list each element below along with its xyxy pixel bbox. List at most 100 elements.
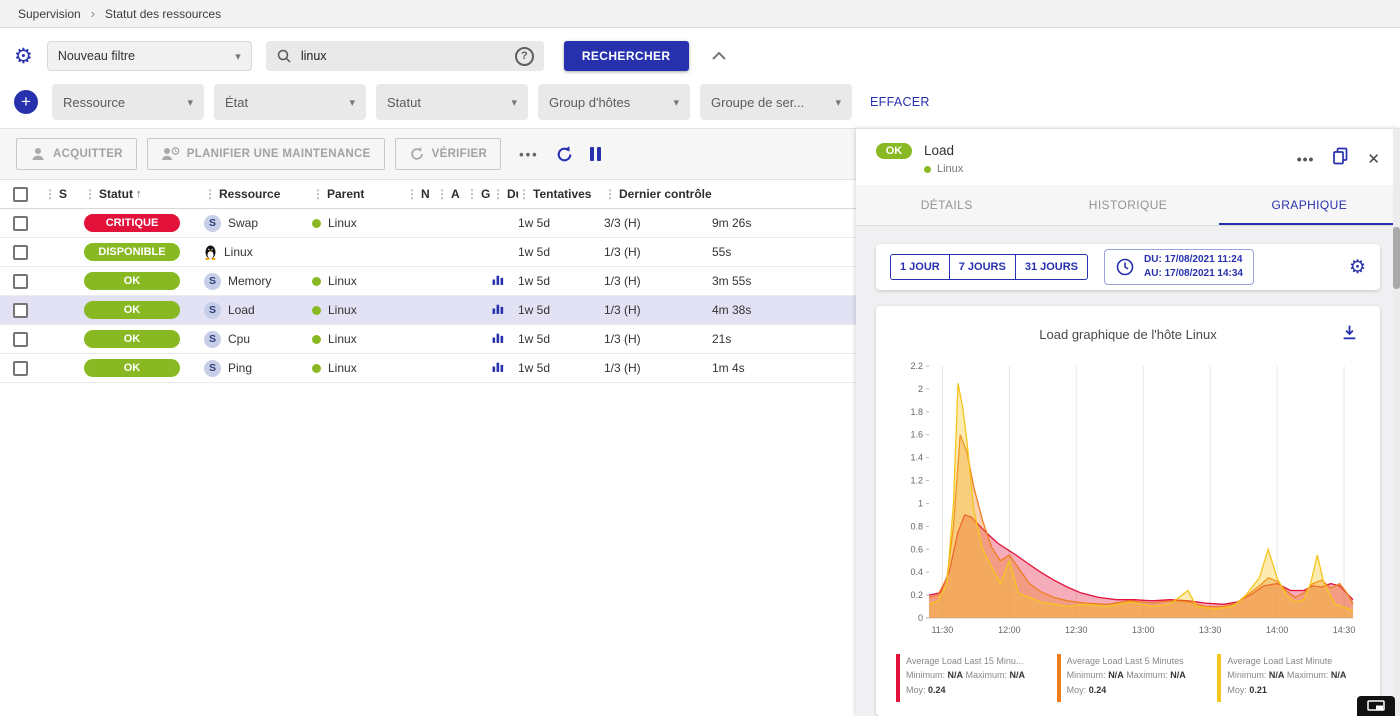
clear-filters-button[interactable]: EFFACER — [870, 95, 930, 109]
column-header-6[interactable]: ⋮ G — [466, 187, 492, 201]
select-all-checkbox[interactable] — [13, 187, 28, 202]
resource-cell[interactable]: SCpu — [204, 331, 312, 348]
kebab-icon[interactable]: ⋮ — [518, 187, 530, 201]
graph-settings-gear-icon[interactable]: ⚙ — [1349, 258, 1366, 277]
graph-title-row: Load graphique de l'hôte Linux — [888, 316, 1368, 346]
parent-cell[interactable]: Linux — [312, 361, 406, 375]
column-header-7[interactable]: ⋮ Durée — [492, 187, 518, 201]
column-header-9[interactable]: ⋮ Dernier contrôle — [604, 187, 712, 201]
time-range-button-0[interactable]: 1 JOUR — [890, 254, 950, 280]
filter-criteria-select-4[interactable]: Groupe de ser... ▾ — [700, 84, 852, 120]
legend-item-0[interactable]: Average Load Last 15 Minu... Minimum: N/… — [896, 654, 1047, 702]
panel-scrollbar-track[interactable] — [1393, 129, 1400, 716]
time-range-button-1[interactable]: 7 JOURS — [950, 254, 1016, 280]
refresh-icon[interactable] — [555, 145, 574, 164]
filter-criteria-select-1[interactable]: État ▾ — [214, 84, 366, 120]
filter-criteria-select-2[interactable]: Statut ▾ — [376, 84, 528, 120]
row-checkbox[interactable] — [13, 303, 28, 318]
panel-tab-2[interactable]: GRAPHIQUE — [1219, 185, 1400, 225]
row-checkbox[interactable] — [13, 274, 28, 289]
table-row[interactable]: OK SMemory Linux 1w 5d 1/3 (H) 3m 55s — [0, 267, 856, 296]
panel-tab-1[interactable]: HISTORIQUE — [1037, 185, 1218, 225]
status-cell: OK — [84, 359, 204, 377]
resource-cell[interactable]: Linux — [204, 245, 312, 260]
table-header-row: ⋮ S ⋮ Statut ↑ ⋮ Ressource ⋮ Parent ⋮ N … — [0, 179, 856, 209]
table-row[interactable]: CRITIQUE SSwap Linux 1w 5d 3/3 (H) 9m 26… — [0, 209, 856, 238]
column-header-5[interactable]: ⋮ A — [436, 187, 466, 201]
bar-chart-icon[interactable] — [492, 302, 505, 315]
resource-cell[interactable]: SSwap — [204, 215, 312, 232]
kebab-icon[interactable]: ⋮ — [44, 187, 56, 201]
status-cell: OK — [84, 330, 204, 348]
collapse-filters-icon[interactable] — [711, 51, 727, 61]
kebab-icon[interactable]: ⋮ — [406, 187, 418, 201]
kebab-icon[interactable]: ⋮ — [604, 187, 616, 201]
breadcrumb-item-supervision[interactable]: Supervision — [18, 7, 81, 21]
panel-scrollbar-thumb[interactable] — [1393, 227, 1400, 289]
legend-avg: Moy: 0.24 — [906, 683, 1025, 697]
help-icon[interactable]: ? — [515, 47, 534, 66]
filter-criteria-select-0[interactable]: Ressource ▾ — [52, 84, 204, 120]
filter-settings-gear-icon[interactable]: ⚙ — [14, 46, 33, 67]
panel-tab-0[interactable]: DÉTAILS — [856, 185, 1037, 225]
check-button[interactable]: VÉRIFIER — [395, 138, 501, 170]
kebab-icon[interactable]: ⋮ — [84, 187, 96, 201]
column-header-2[interactable]: ⋮ Ressource — [204, 187, 312, 201]
svg-text:1: 1 — [918, 498, 923, 508]
legend-item-1[interactable]: Average Load Last 5 Minutes Minimum: N/A… — [1057, 654, 1208, 702]
kebab-icon[interactable]: ⋮ — [312, 187, 324, 201]
acknowledge-button[interactable]: ACQUITTER — [16, 138, 137, 170]
breadcrumb-item-current[interactable]: Statut des ressources — [105, 7, 221, 21]
column-header-0[interactable]: ⋮ S — [44, 187, 84, 201]
svg-text:0.8: 0.8 — [910, 521, 923, 531]
resource-cell[interactable]: SMemory — [204, 273, 312, 290]
table-row[interactable]: DISPONIBLE Linux 1w 5d 1/3 (H) 55s — [0, 238, 856, 267]
more-actions-icon[interactable]: ••• — [519, 147, 539, 162]
table-row[interactable]: OK SLoad Linux 1w 5d 1/3 (H) 4m 38s — [0, 296, 856, 325]
resource-cell[interactable]: SLoad — [204, 302, 312, 319]
graph-card: Load graphique de l'hôte Linux 11:3012:0… — [876, 306, 1380, 716]
copy-link-icon[interactable] — [1332, 147, 1349, 170]
search-input[interactable] — [301, 49, 506, 63]
column-header-1[interactable]: ⋮ Statut ↑ — [84, 187, 204, 201]
status-badge: CRITIQUE — [84, 214, 180, 232]
filter-criteria-select-3[interactable]: Group d'hôtes ▾ — [538, 84, 690, 120]
column-header-8[interactable]: ⋮ Tentatives — [518, 187, 604, 201]
download-icon[interactable] — [1341, 324, 1358, 346]
table-row[interactable]: OK SPing Linux 1w 5d 1/3 (H) 1m 4s — [0, 354, 856, 383]
panel-more-icon[interactable]: ••• — [1297, 151, 1315, 167]
parent-cell[interactable]: Linux — [312, 332, 406, 346]
bar-chart-icon[interactable] — [492, 273, 505, 286]
status-dot-icon — [312, 306, 321, 315]
column-header-4[interactable]: ⋮ N — [406, 187, 436, 201]
search-button[interactable]: RECHERCHER — [564, 41, 689, 71]
time-range-button-2[interactable]: 31 JOURS — [1016, 254, 1088, 280]
screen-overlay-icon[interactable] — [1357, 696, 1395, 716]
bar-chart-icon[interactable] — [492, 360, 505, 373]
row-checkbox[interactable] — [13, 332, 28, 347]
filters-row-criteria: + Ressource ▾ État ▾ Statut ▾ Group d'hô… — [14, 84, 1386, 120]
legend-item-2[interactable]: Average Load Last Minute Minimum: N/A Ma… — [1217, 654, 1368, 702]
column-header-3[interactable]: ⋮ Parent — [312, 187, 406, 201]
add-criteria-icon[interactable]: + — [14, 90, 38, 114]
parent-cell[interactable]: Linux — [312, 274, 406, 288]
resource-cell[interactable]: SPing — [204, 360, 312, 377]
date-range-picker[interactable]: DU: 17/08/2021 11:24 AU: 17/08/2021 14:3… — [1104, 249, 1254, 285]
load-area-chart[interactable]: 11:3012:0012:3013:0013:3014:0014:3000.20… — [893, 354, 1363, 646]
kebab-icon[interactable]: ⋮ — [436, 187, 448, 201]
row-checkbox[interactable] — [13, 245, 28, 260]
kebab-icon[interactable]: ⋮ — [204, 187, 216, 201]
parent-cell[interactable]: Linux — [312, 303, 406, 317]
pause-icon[interactable] — [590, 147, 601, 161]
table-row[interactable]: OK SCpu Linux 1w 5d 1/3 (H) 21s — [0, 325, 856, 354]
filter-preset-select[interactable]: Nouveau filtre ▾ — [47, 41, 252, 71]
set-downtime-button[interactable]: PLANIFIER UNE MAINTENANCE — [147, 138, 385, 170]
parent-cell[interactable]: Linux — [312, 216, 406, 230]
bar-chart-icon[interactable] — [492, 331, 505, 344]
close-panel-icon[interactable]: ✕ — [1367, 150, 1380, 168]
kebab-icon[interactable]: ⋮ — [466, 187, 478, 201]
row-checkbox[interactable] — [13, 361, 28, 376]
kebab-icon[interactable]: ⋮ — [492, 187, 504, 201]
row-checkbox[interactable] — [13, 216, 28, 231]
graph-cell — [492, 331, 518, 347]
